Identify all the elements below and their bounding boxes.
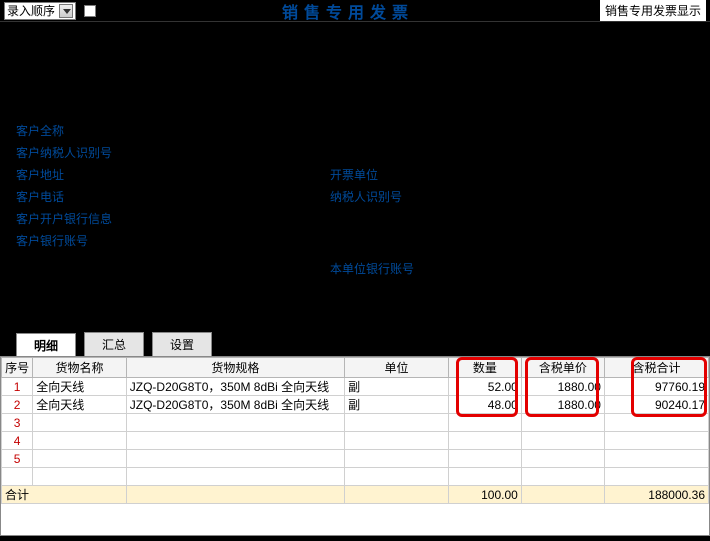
tab-detail-label: 明细 bbox=[34, 337, 58, 354]
table-header-row: 序号 货物名称 货物规格 单位 数量 含税单价 含税合计 bbox=[2, 358, 709, 378]
cell-seq: 2 bbox=[2, 396, 33, 414]
cell-price[interactable]: 1880.00 bbox=[521, 378, 604, 396]
total-label: 合计 bbox=[2, 486, 127, 504]
display-mode-label: 销售专用发票显示 bbox=[600, 0, 706, 21]
cell-seq: 1 bbox=[2, 378, 33, 396]
cell-name[interactable]: 全向天线 bbox=[33, 378, 127, 396]
tab-settings[interactable]: 设置 bbox=[152, 332, 212, 356]
label-customer-address: 客户地址 bbox=[16, 166, 64, 183]
cell-qty[interactable]: 52.00 bbox=[449, 378, 522, 396]
cell-spec[interactable]: JZQ-D20G8T0，350M 8dBi 全向天线 bbox=[126, 378, 344, 396]
tab-detail[interactable]: 明细 bbox=[16, 333, 76, 357]
table-row[interactable]: 4 bbox=[2, 432, 709, 450]
label-issuer-taxid: 纳税人识别号 bbox=[330, 188, 402, 205]
cell-seq: 3 bbox=[2, 414, 33, 432]
cell-unit[interactable]: 副 bbox=[345, 396, 449, 414]
col-qty[interactable]: 数量 bbox=[449, 358, 522, 378]
col-name[interactable]: 货物名称 bbox=[33, 358, 127, 378]
cell-amount[interactable]: 90240.17 bbox=[604, 396, 708, 414]
tab-summary-label: 汇总 bbox=[102, 336, 126, 353]
table-row[interactable]: 2 全向天线 JZQ-D20G8T0，350M 8dBi 全向天线 副 48.0… bbox=[2, 396, 709, 414]
cell-spec[interactable]: JZQ-D20G8T0，350M 8dBi 全向天线 bbox=[126, 396, 344, 414]
detail-grid: 序号 货物名称 货物规格 单位 数量 含税单价 含税合计 1 全向天线 JZQ-… bbox=[0, 356, 710, 536]
cell-seq bbox=[2, 468, 33, 486]
col-amount[interactable]: 含税合计 bbox=[604, 358, 708, 378]
total-amount: 188000.36 bbox=[604, 486, 708, 504]
invoice-header-form: 客户全称 客户纳税人识别号 客户地址 客户电话 客户开户银行信息 客户银行账号 … bbox=[0, 22, 710, 332]
checkbox-1[interactable] bbox=[84, 5, 96, 17]
page-title: 销售专用发票 bbox=[96, 0, 600, 23]
table-row[interactable]: 1 全向天线 JZQ-D20G8T0，350M 8dBi 全向天线 副 52.0… bbox=[2, 378, 709, 396]
label-issuer-account: 本单位银行账号 bbox=[330, 260, 414, 277]
cell-seq: 4 bbox=[2, 432, 33, 450]
cell-amount[interactable]: 97760.19 bbox=[604, 378, 708, 396]
label-issuer: 开票单位 bbox=[330, 166, 378, 183]
table-row[interactable]: 3 bbox=[2, 414, 709, 432]
tab-settings-label: 设置 bbox=[170, 336, 194, 353]
total-row: 合计 100.00 188000.36 bbox=[2, 486, 709, 504]
col-seq[interactable]: 序号 bbox=[2, 358, 33, 378]
table-row[interactable] bbox=[2, 468, 709, 486]
label-customer-taxid: 客户纳税人识别号 bbox=[16, 144, 112, 161]
sort-dropdown[interactable]: 录入顺序 bbox=[4, 2, 76, 20]
chevron-down-icon[interactable] bbox=[59, 4, 73, 18]
label-customer-bank: 客户开户银行信息 bbox=[16, 210, 112, 227]
label-customer-account: 客户银行账号 bbox=[16, 232, 88, 249]
sort-dropdown-label: 录入顺序 bbox=[7, 2, 55, 19]
col-unit[interactable]: 单位 bbox=[345, 358, 449, 378]
label-customer-phone: 客户电话 bbox=[16, 188, 64, 205]
cell-price[interactable]: 1880.00 bbox=[521, 396, 604, 414]
cell-name[interactable]: 全向天线 bbox=[33, 396, 127, 414]
total-qty: 100.00 bbox=[449, 486, 522, 504]
detail-table: 序号 货物名称 货物规格 单位 数量 含税单价 含税合计 1 全向天线 JZQ-… bbox=[1, 357, 709, 504]
tab-summary[interactable]: 汇总 bbox=[84, 332, 144, 356]
table-row[interactable]: 5 bbox=[2, 450, 709, 468]
cell-unit[interactable]: 副 bbox=[345, 378, 449, 396]
cell-qty[interactable]: 48.00 bbox=[449, 396, 522, 414]
col-spec[interactable]: 货物规格 bbox=[126, 358, 344, 378]
top-bar: 录入顺序 销售专用发票 销售专用发票显示 bbox=[0, 0, 710, 22]
tabs: 明细 汇总 设置 bbox=[16, 332, 710, 356]
col-price[interactable]: 含税单价 bbox=[521, 358, 604, 378]
cell-seq: 5 bbox=[2, 450, 33, 468]
label-customer-name: 客户全称 bbox=[16, 122, 64, 139]
